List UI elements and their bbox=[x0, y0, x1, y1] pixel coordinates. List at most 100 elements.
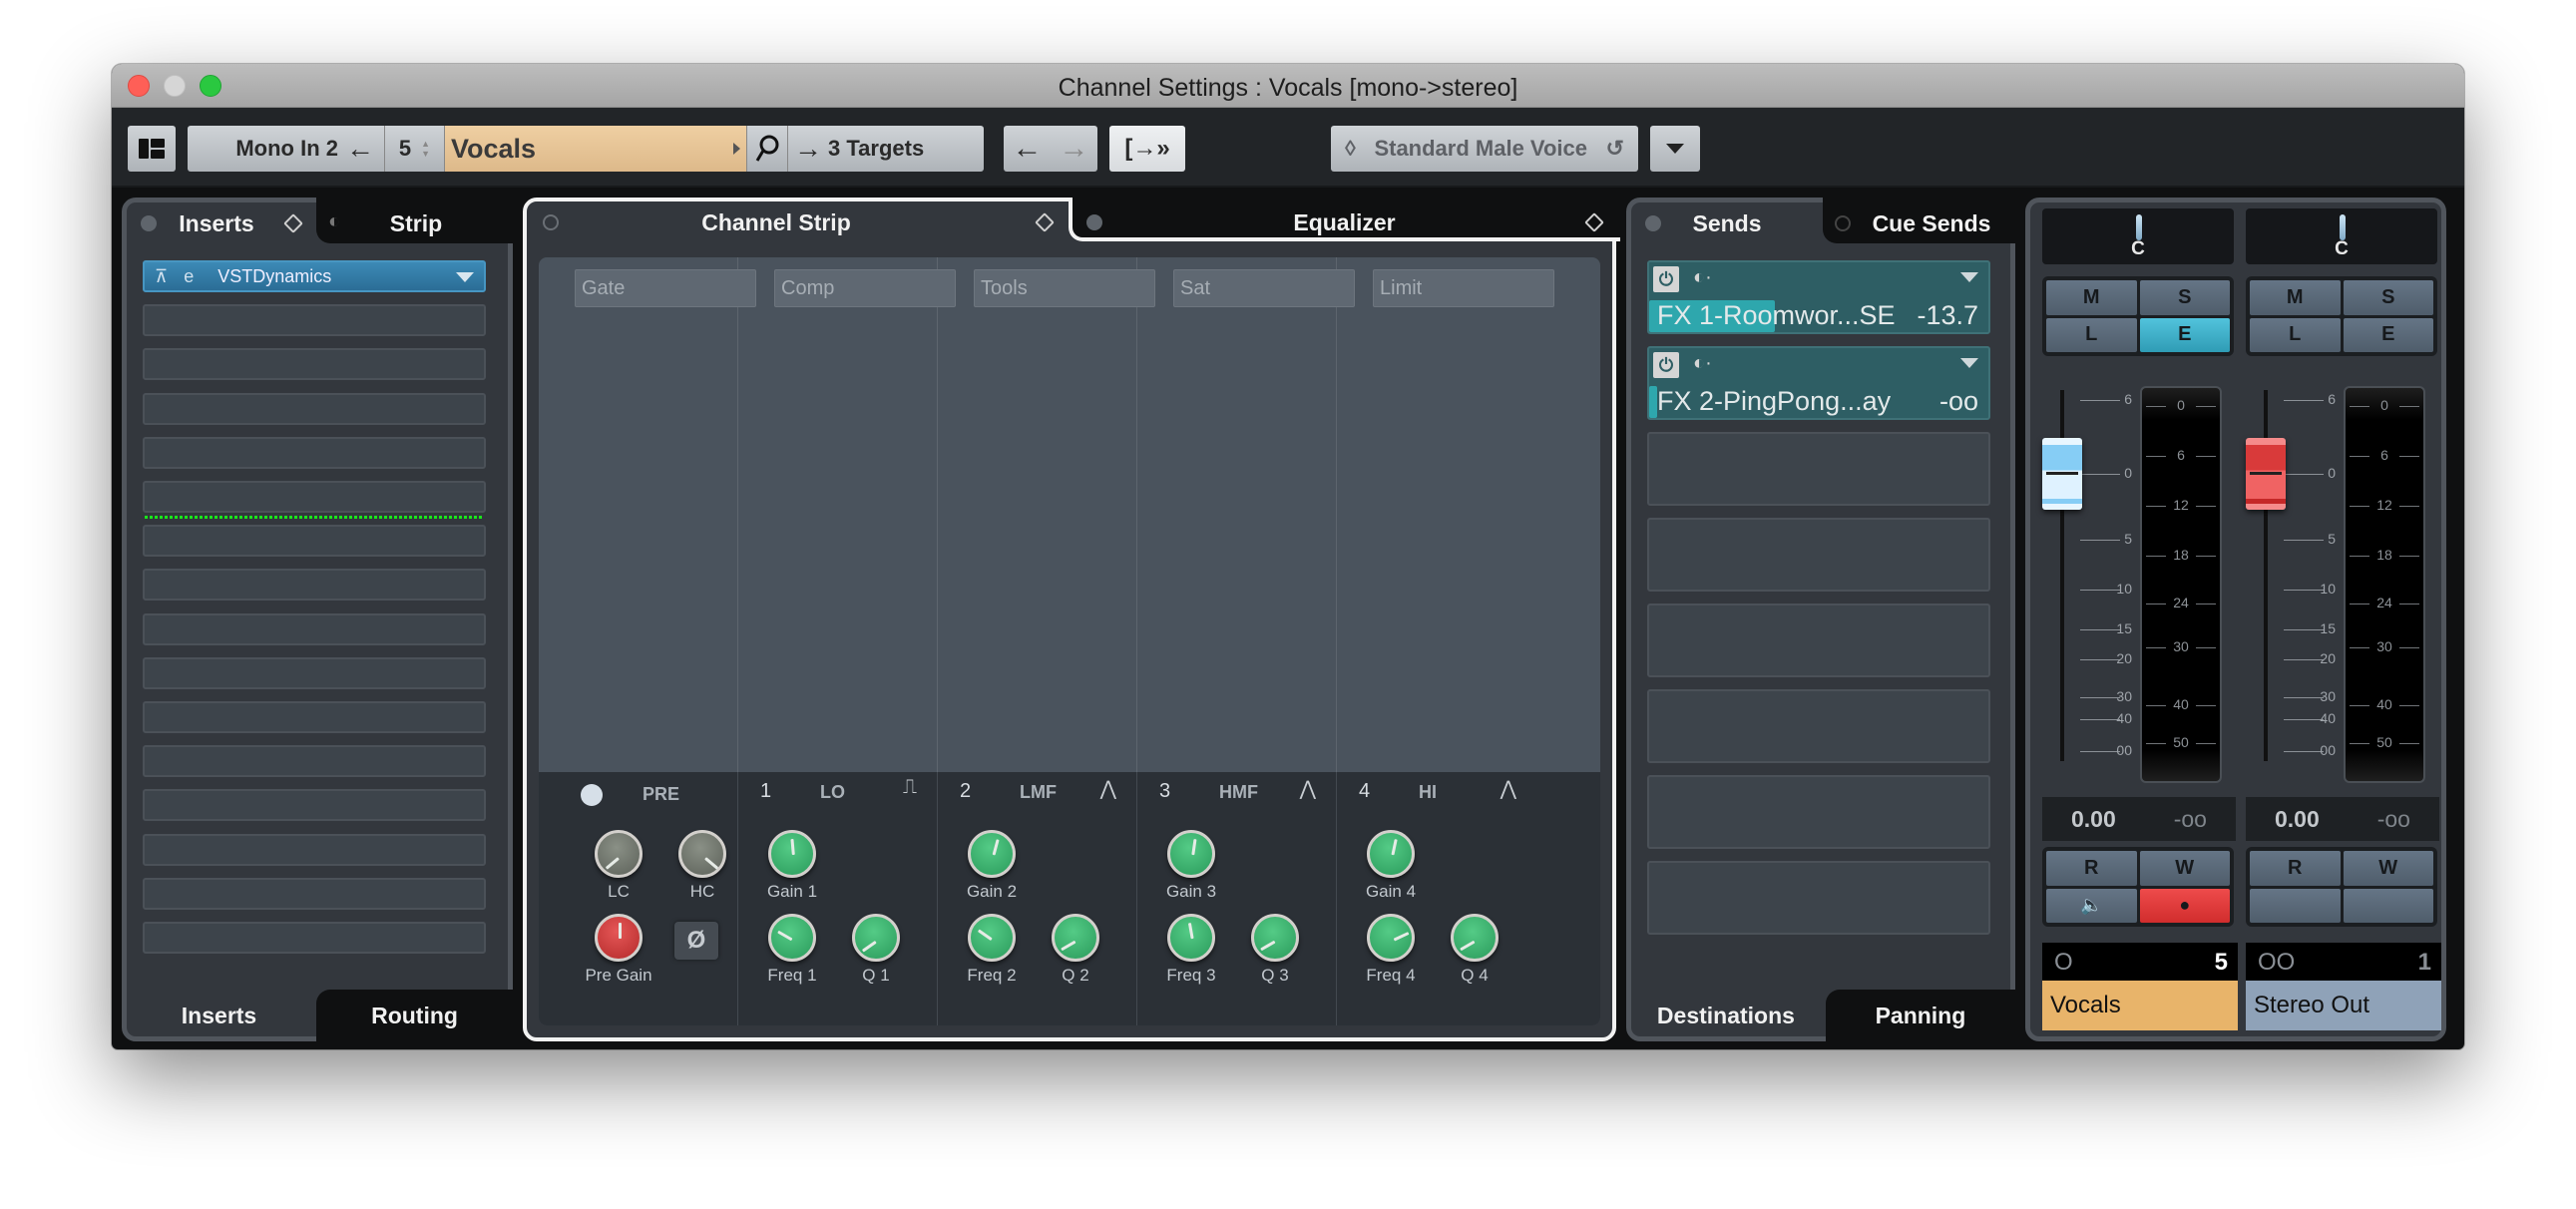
listen-button[interactable]: L bbox=[2046, 317, 2137, 352]
power-icon[interactable]: ⏻ bbox=[1653, 352, 1679, 378]
insert-slot-empty[interactable] bbox=[143, 481, 486, 513]
volume-fader-handle[interactable] bbox=[2042, 438, 2082, 510]
preset-diamond-icon[interactable] bbox=[1035, 212, 1055, 232]
peak-filter-icon[interactable]: ⋀ bbox=[1300, 776, 1316, 801]
volume-fader-handle[interactable] bbox=[2246, 438, 2286, 510]
send-level-bar[interactable] bbox=[1649, 386, 1657, 418]
module-comp-button[interactable]: Comp bbox=[774, 269, 956, 307]
chevron-down-icon[interactable] bbox=[1960, 358, 1978, 368]
channel-strip-bypass-led[interactable] bbox=[543, 214, 559, 230]
gain-2-knob[interactable] bbox=[968, 830, 1016, 878]
channel-name-field[interactable]: Vocals bbox=[445, 126, 746, 172]
module-gate-button[interactable]: Gate bbox=[575, 269, 756, 307]
power-icon[interactable]: ⏻ bbox=[1653, 266, 1679, 292]
chevron-down-icon[interactable] bbox=[456, 272, 474, 282]
record-enable-button[interactable] bbox=[2343, 888, 2433, 923]
equalizer-bypass-led[interactable] bbox=[1086, 214, 1102, 230]
freq-4-knob[interactable] bbox=[1367, 914, 1415, 962]
tab-channel-strip[interactable]: Channel Strip bbox=[527, 198, 1066, 247]
send-slot-empty[interactable] bbox=[1647, 518, 1990, 592]
tab-inserts-bottom[interactable]: Inserts bbox=[122, 990, 316, 1041]
insert-slot-empty[interactable] bbox=[143, 525, 486, 558]
gain-4-knob[interactable] bbox=[1367, 830, 1415, 878]
monitor-button[interactable] bbox=[2250, 888, 2341, 923]
gain-3-knob[interactable] bbox=[1167, 830, 1215, 878]
module-tools-button[interactable]: Tools bbox=[974, 269, 1155, 307]
insert-slot-filled[interactable]: ⊼ e VSTDynamics bbox=[143, 260, 486, 292]
insert-slot-empty[interactable] bbox=[143, 569, 486, 602]
mute-button[interactable]: M bbox=[2046, 280, 2137, 315]
pre-post-icon[interactable]: ◐· bbox=[1693, 266, 1712, 289]
read-automation-button[interactable]: R bbox=[2046, 851, 2137, 886]
post-fader-divider[interactable] bbox=[145, 516, 484, 520]
insert-slot-empty[interactable] bbox=[143, 392, 486, 425]
pan-control[interactable]: C bbox=[2246, 208, 2437, 264]
insert-slot-empty[interactable] bbox=[143, 833, 486, 866]
layout-button[interactable] bbox=[128, 126, 176, 172]
tab-inserts[interactable]: Inserts bbox=[127, 199, 316, 248]
peak-value[interactable]: -oo bbox=[2377, 806, 2410, 833]
insert-slot-empty[interactable] bbox=[143, 877, 486, 910]
phase-invert-button[interactable]: Ø bbox=[674, 922, 718, 960]
reset-icon[interactable]: ↺ bbox=[1606, 136, 1624, 162]
preset-diamond-icon[interactable] bbox=[283, 213, 303, 233]
sends-bypass-led[interactable] bbox=[1645, 215, 1661, 231]
freq-1-knob[interactable] bbox=[768, 914, 816, 962]
monitor-button[interactable]: 🔈 bbox=[2046, 888, 2137, 923]
lc-knob[interactable] bbox=[595, 830, 643, 878]
tab-cue-sends[interactable]: Cue Sends bbox=[1823, 199, 2020, 248]
q-3-knob[interactable] bbox=[1251, 914, 1299, 962]
edit-insert-icon[interactable]: e bbox=[184, 266, 194, 287]
read-automation-button[interactable]: R bbox=[2250, 851, 2341, 886]
preset-menu-button[interactable] bbox=[1650, 126, 1700, 172]
send-slot-empty[interactable] bbox=[1647, 689, 1990, 763]
solo-button[interactable]: S bbox=[2343, 280, 2433, 315]
volume-value[interactable]: 0.00 bbox=[2275, 806, 2320, 833]
freq-2-knob[interactable] bbox=[968, 914, 1016, 962]
channel-number-stepper[interactable]: 5 ▲ ▼ bbox=[385, 126, 445, 172]
input-routing-button[interactable]: Mono In 2 ← bbox=[188, 126, 385, 172]
volume-value[interactable]: 0.00 bbox=[2071, 806, 2116, 833]
insert-slot-empty[interactable] bbox=[143, 612, 486, 645]
write-automation-button[interactable]: W bbox=[2139, 851, 2230, 886]
gain-1-knob[interactable] bbox=[768, 830, 816, 878]
tab-panning[interactable]: Panning bbox=[1825, 990, 2015, 1041]
tab-sends[interactable]: Sends bbox=[1631, 199, 1823, 248]
write-automation-button[interactable]: W bbox=[2343, 851, 2433, 886]
peak-filter-icon[interactable]: ⋀ bbox=[1501, 776, 1516, 801]
hc-knob[interactable] bbox=[678, 830, 726, 878]
tab-strip[interactable]: ◐ Strip bbox=[316, 199, 516, 248]
edit-button[interactable]: E bbox=[2343, 317, 2433, 352]
send-slot-empty[interactable] bbox=[1647, 604, 1990, 677]
bypass-led[interactable] bbox=[141, 215, 157, 231]
q-1-knob[interactable] bbox=[852, 914, 900, 962]
mute-button[interactable]: M bbox=[2250, 280, 2341, 315]
peak-value[interactable]: -oo bbox=[2174, 806, 2207, 833]
send-slot-empty[interactable] bbox=[1647, 775, 1990, 849]
back-button[interactable]: ← bbox=[1013, 132, 1043, 166]
q-4-knob[interactable] bbox=[1451, 914, 1499, 962]
chevron-down-icon[interactable] bbox=[1960, 272, 1978, 282]
export-button[interactable]: [→» bbox=[1109, 126, 1185, 172]
preset-diamond-icon[interactable] bbox=[1584, 212, 1604, 232]
bypass-insert-icon[interactable]: ⊼ bbox=[155, 266, 168, 287]
insert-slot-empty[interactable] bbox=[143, 745, 486, 778]
pre-post-icon[interactable]: ◐· bbox=[1693, 352, 1712, 375]
insert-slot-empty[interactable] bbox=[143, 436, 486, 469]
listen-button[interactable]: L bbox=[2250, 317, 2341, 352]
shelf-filter-icon[interactable]: ⎍ bbox=[903, 776, 917, 799]
output-routing-button[interactable]: → 3 Targets bbox=[788, 126, 984, 172]
send-slot[interactable]: ⏻ ◐· FX 1-Roomwor...SE -13.7 bbox=[1647, 260, 1990, 334]
tab-equalizer[interactable]: Equalizer bbox=[1073, 198, 1616, 247]
pan-control[interactable]: C bbox=[2042, 208, 2234, 264]
search-button[interactable] bbox=[746, 126, 788, 172]
insert-slot-empty[interactable] bbox=[143, 922, 486, 954]
cue-sends-led[interactable] bbox=[1835, 215, 1851, 231]
tab-routing[interactable]: Routing bbox=[316, 990, 513, 1041]
channel-name-label[interactable]: Vocals bbox=[2042, 981, 2238, 1030]
freq-3-knob[interactable] bbox=[1167, 914, 1215, 962]
send-slot[interactable]: ⏻ ◐· FX 2-PingPong...ay -oo bbox=[1647, 346, 1990, 420]
record-enable-button[interactable]: ● bbox=[2139, 888, 2230, 923]
insert-slot-empty[interactable] bbox=[143, 701, 486, 733]
edit-button[interactable]: E bbox=[2139, 317, 2230, 352]
